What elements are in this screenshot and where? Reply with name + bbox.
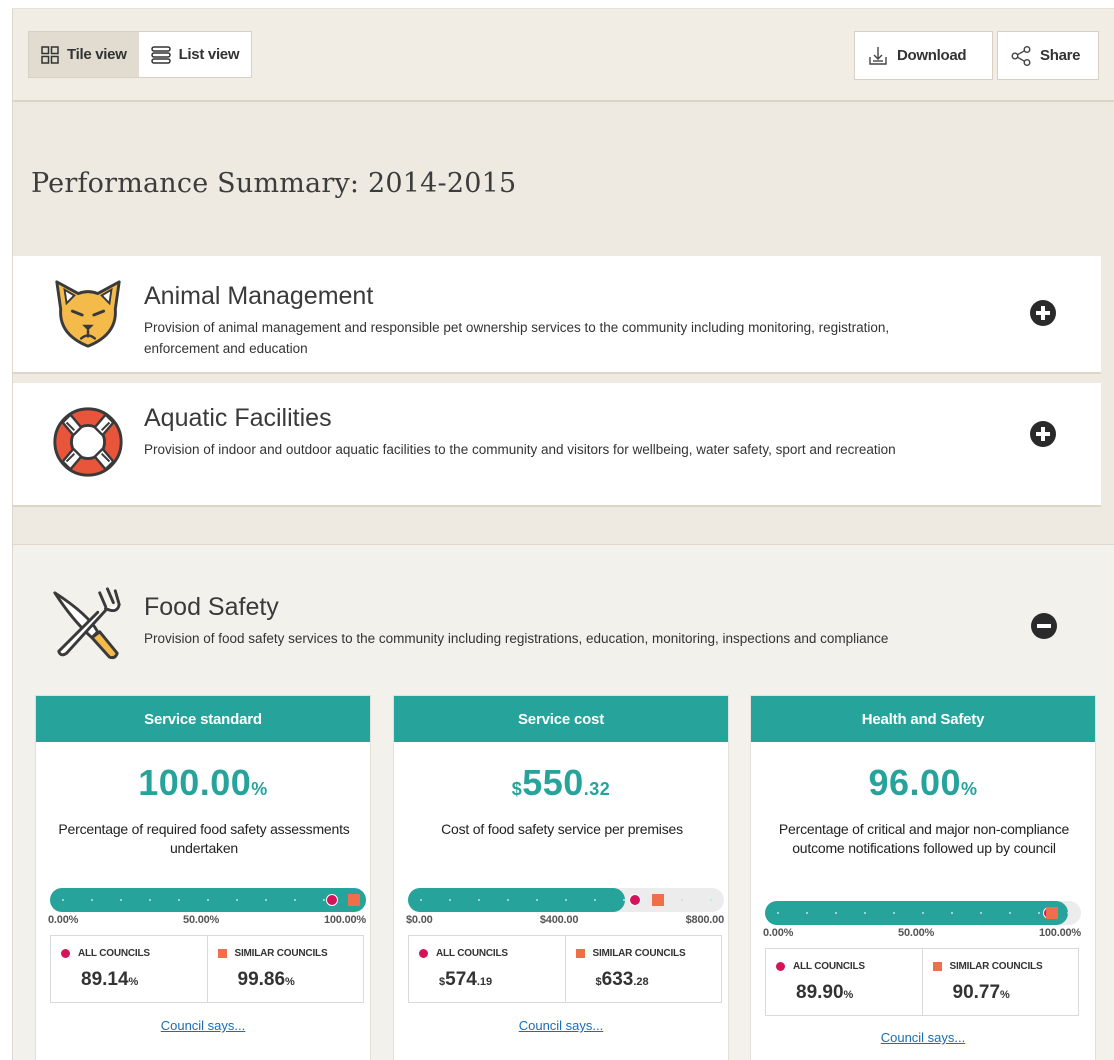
service-card-aquatic-facilities[interactable]: Aquatic Facilities Provision of indoor a… [13,383,1101,507]
axis-label-min: 0.00% [48,914,79,926]
all-councils-legend-dot [419,949,428,958]
kpi-value: $550.32 [511,762,611,803]
service-description: Provision of food safety services to the… [144,631,889,646]
axis-label-max: 100.00% [1038,927,1081,939]
similar-councils-value: $633.28 [595,969,649,990]
plus-circle-icon[interactable] [1030,421,1056,447]
axis-label-mid: 50.00% [183,914,220,926]
kpi-header: Service cost [394,696,728,742]
tile-view-label: Tile view [67,46,127,63]
similar-councils-cell: SIMILAR COUNCILS 99.86% [206,936,364,1002]
kpi-value: 100.00% [138,762,268,803]
axis-label-min: $0.00 [406,914,433,926]
service-title: Animal Management [144,282,374,310]
share-label: Share [1040,47,1081,64]
axis-label-max: 100.00% [323,914,366,926]
similar-councils-marker [652,894,665,906]
download-icon [869,46,887,65]
tile-grid-icon [41,45,59,64]
view-toggle: Tile view List view [28,31,253,78]
comparison-box: ALL COUNCILS $574.19 SIMILAR COUNCILS $6… [408,935,722,1003]
axis-label-mid: 50.00% [898,927,935,939]
council-says-link[interactable]: Council says... [751,1030,1095,1045]
similar-councils-cell: SIMILAR COUNCILS $633.28 [564,936,722,1002]
share-button[interactable]: Share [997,31,1099,80]
council-says-link[interactable]: Council says... [394,1018,728,1033]
all-councils-marker [628,894,641,906]
similar-councils-legend-square [932,962,942,971]
comparison-bar [765,901,1081,925]
similar-councils-marker [1045,907,1058,919]
axis-labels: 0.00% 50.00% 100.00% [763,927,1081,939]
summary-area: Performance Summary: 2014-2015 Animal Ma… [13,102,1114,544]
kpi-description: Percentage of required food safety asses… [58,821,350,856]
bar-dots [777,912,1069,914]
service-card-food-safety: Food Safety Provision of food safety ser… [13,544,1114,1060]
similar-councils-value: 90.77% [952,982,1010,1003]
similar-councils-cell: SIMILAR COUNCILS 90.77% [921,949,1079,1015]
service-description: Provision of indoor and outdoor aquatic … [144,442,896,457]
list-icon [150,45,171,64]
all-councils-legend-dot [776,962,785,971]
all-councils-cell: ALL COUNCILS $574.19 [409,936,565,1002]
download-label: Download [897,47,967,64]
service-title: Food Safety [144,593,279,621]
all-councils-cell: ALL COUNCILS 89.90% [766,949,922,1015]
kpi-description: Percentage of critical and major non-com… [778,821,1070,856]
axis-labels: $0.00 $400.00 $800.00 [406,914,724,926]
axis-labels: 0.00% 50.00% 100.00% [48,914,366,926]
list-view-button[interactable]: List view [139,32,252,77]
comparison-box: ALL COUNCILS 89.90% SIMILAR COUNCILS 90.… [765,948,1079,1016]
similar-councils-legend-square [217,949,227,958]
similar-councils-value: 99.86% [237,969,295,990]
comparison-bar [408,888,724,912]
service-title: Aquatic Facilities [144,404,332,432]
all-councils-value: 89.90% [796,982,854,1003]
service-description: Provision of animal management and respo… [144,320,890,356]
page-title: Performance Summary: 2014-2015 [31,168,517,199]
kpi-header: Health and Safety [751,696,1095,742]
all-councils-marker [325,894,338,906]
similar-councils-legend-square [575,949,585,958]
all-councils-cell: ALL COUNCILS 89.14% [51,936,207,1002]
kpi-tile-health-and-safety: Health and Safety 96.00% Percentage of c… [750,695,1096,1060]
tile-view-button[interactable]: Tile view [29,32,139,77]
toolbar: Tile view List view Download Share [13,9,1114,102]
similar-councils-marker [348,894,360,906]
all-councils-legend-dot [61,949,70,958]
download-button[interactable]: Download [854,31,993,80]
fork-knife-icon [53,587,121,660]
kpi-tile-service-standard: Service standard 100.00% Percentage of r… [35,695,371,1060]
all-councils-value: 89.14% [81,969,139,990]
plus-circle-icon[interactable] [1030,300,1056,326]
comparison-bar [50,888,366,912]
council-says-link[interactable]: Council says... [36,1018,370,1033]
axis-label-max: $800.00 [685,914,725,926]
bar-dots [62,899,354,901]
minus-circle-icon[interactable] [1031,613,1057,639]
all-councils-value: $574.19 [439,969,493,990]
performance-panel: Tile view List view Download Share Perfo… [12,8,1114,1060]
service-card-animal-management[interactable]: Animal Management Provision of animal ma… [13,256,1101,374]
bar-dots [420,899,712,901]
cat-icon [55,280,121,348]
lifebuoy-icon [53,407,123,477]
comparison-box: ALL COUNCILS 89.14% SIMILAR COUNCILS 99.… [50,935,364,1003]
kpi-header: Service standard [36,696,370,742]
share-icon [1011,45,1031,66]
list-view-label: List view [178,46,240,63]
axis-label-min: 0.00% [763,927,794,939]
kpi-value: 96.00% [868,762,978,803]
axis-label-mid: $400.00 [539,914,579,926]
kpi-tile-service-cost: Service cost $550.32 Cost of food safety… [393,695,729,1060]
kpi-description: Cost of food safety service per premises [441,821,683,837]
